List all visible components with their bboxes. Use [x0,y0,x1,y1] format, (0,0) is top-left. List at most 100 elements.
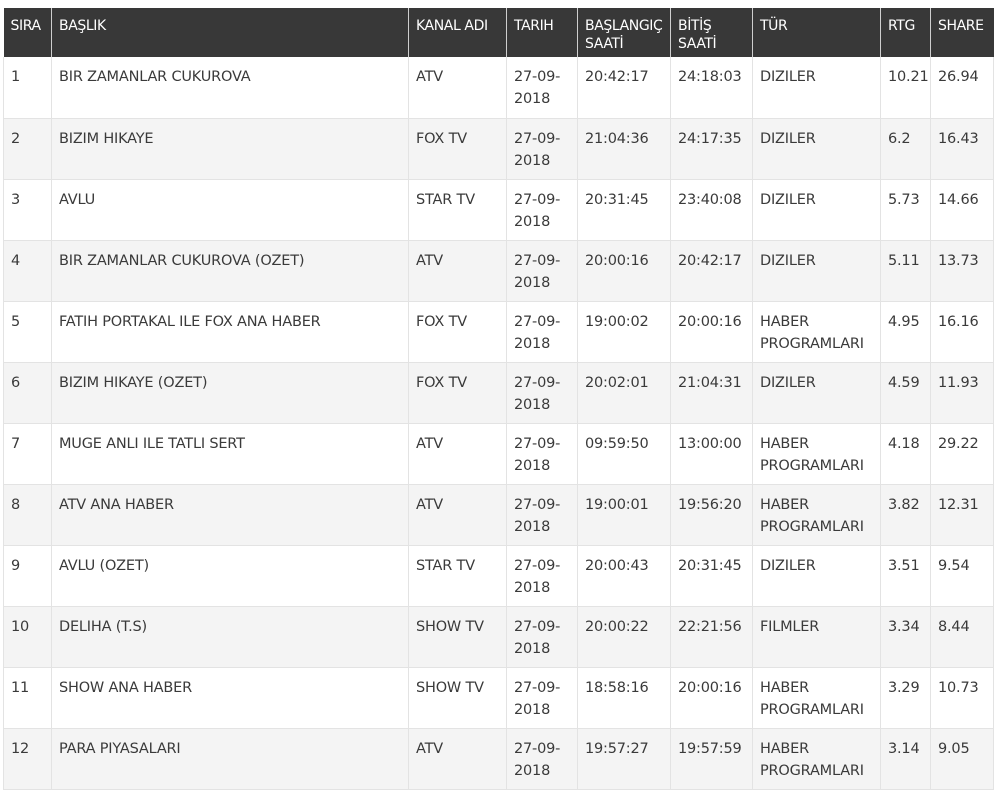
cell-baslik: AVLU [51,179,409,241]
column-header-kanal-adi[interactable]: KANAL ADI [408,8,507,57]
cell-share: 16.43 [930,118,994,180]
cell-sira: 10 [3,606,52,668]
cell-sira: 2 [3,118,52,180]
table-row[interactable]: 10 DELIHA (T.S) SHOW TV 27-09-2018 20:00:22 2… [3,606,994,668]
cell-baslik: PARA PIYASALARI [51,728,409,790]
cell-baslangic-saati: 20:02:01 [577,362,671,424]
cell-bitis-saati: 23:40:08 [670,179,753,241]
column-header-baslangic-saati[interactable]: BAŞLANGIÇ SAATİ [577,8,671,57]
cell-share: 13.73 [930,240,994,302]
column-header-tur[interactable]: TÜR [752,8,881,57]
cell-baslik: FATIH PORTAKAL ILE FOX ANA HABER [51,301,409,363]
cell-kanal-adi: SHOW TV [408,606,507,668]
cell-baslik: BIZIM HIKAYE [51,118,409,180]
cell-tur: DIZILER [752,179,881,241]
table-row[interactable]: 9 AVLU (OZET) STAR TV 27-09-2018 20:00:43 20:… [3,545,994,607]
cell-bitis-saati: 19:57:59 [670,728,753,790]
table-row[interactable]: 5 FATIH PORTAKAL ILE FOX ANA HABER FOX TV 2… [3,301,994,363]
cell-rtg: 6.2 [880,118,931,180]
cell-share: 8.44 [930,606,994,668]
cell-baslangic-saati: 20:00:43 [577,545,671,607]
cell-tur: HABER PROGRAMLARI [752,301,881,363]
table-row[interactable]: 8 ATV ANA HABER ATV 27-09-2018 19:00:01 19:56… [3,484,994,546]
cell-tarih: 27-09-2018 [506,301,578,363]
cell-tur: DIZILER [752,545,881,607]
cell-sira: 1 [3,57,52,119]
column-header-share[interactable]: SHARE [930,8,994,57]
cell-sira: 7 [3,423,52,485]
cell-sira: 9 [3,545,52,607]
cell-baslangic-saati: 20:42:17 [577,57,671,119]
cell-kanal-adi: FOX TV [408,362,507,424]
column-header-bitis-saati[interactable]: BİTİŞ SAATİ [670,8,753,57]
cell-bitis-saati: 20:00:16 [670,667,753,729]
cell-share: 10.73 [930,667,994,729]
cell-tarih: 27-09-2018 [506,545,578,607]
column-header-rtg[interactable]: RTG [880,8,931,57]
cell-kanal-adi: SHOW TV [408,667,507,729]
cell-baslik: BIR ZAMANLAR CUKUROVA (OZET) [51,240,409,302]
cell-sira: 4 [3,240,52,302]
cell-rtg: 4.59 [880,362,931,424]
table-row[interactable]: 3 AVLU STAR TV 27-09-2018 20:31:45 23:40:08 DI… [3,179,994,241]
table-row[interactable]: 11 SHOW ANA HABER SHOW TV 27-09-2018 18:58:1… [3,667,994,729]
cell-tarih: 27-09-2018 [506,240,578,302]
column-header-baslik[interactable]: BAŞLIK [51,8,409,57]
cell-tarih: 27-09-2018 [506,362,578,424]
cell-baslik: ATV ANA HABER [51,484,409,546]
table-row[interactable]: 4 BIR ZAMANLAR CUKUROVA (OZET) ATV 27-09-20… [3,240,994,302]
table-row[interactable]: 1 BIR ZAMANLAR CUKUROVA ATV 27-09-2018 20:42… [3,57,994,119]
cell-bitis-saati: 19:56:20 [670,484,753,546]
cell-bitis-saati: 13:00:00 [670,423,753,485]
cell-baslik: MUGE ANLI ILE TATLI SERT [51,423,409,485]
cell-share: 16.16 [930,301,994,363]
column-header-tarih[interactable]: TARIH [506,8,578,57]
cell-rtg: 5.73 [880,179,931,241]
cell-share: 29.22 [930,423,994,485]
cell-kanal-adi: ATV [408,57,507,119]
cell-bitis-saati: 21:04:31 [670,362,753,424]
cell-kanal-adi: ATV [408,484,507,546]
cell-tarih: 27-09-2018 [506,606,578,668]
cell-kanal-adi: STAR TV [408,179,507,241]
cell-sira: 3 [3,179,52,241]
ratings-table-container: SIRA BAŞLIK KANAL ADI TARIH BAŞLANGIÇ SA… [3,8,994,790]
cell-baslik: DELIHA (T.S) [51,606,409,668]
cell-share: 11.93 [930,362,994,424]
cell-kanal-adi: ATV [408,240,507,302]
cell-baslik: BIR ZAMANLAR CUKUROVA [51,57,409,119]
cell-baslik: AVLU (OZET) [51,545,409,607]
cell-bitis-saati: 20:42:17 [670,240,753,302]
cell-kanal-adi: FOX TV [408,118,507,180]
cell-share: 9.54 [930,545,994,607]
column-header-sira[interactable]: SIRA [3,8,52,57]
table-row[interactable]: 12 PARA PIYASALARI ATV 27-09-2018 19:57:27 19… [3,728,994,790]
cell-rtg: 5.11 [880,240,931,302]
cell-rtg: 10.21 [880,57,931,119]
cell-tarih: 27-09-2018 [506,728,578,790]
cell-baslangic-saati: 09:59:50 [577,423,671,485]
table-row[interactable]: 6 BIZIM HIKAYE (OZET) FOX TV 27-09-2018 20:0… [3,362,994,424]
cell-baslangic-saati: 20:31:45 [577,179,671,241]
cell-tur: DIZILER [752,240,881,302]
cell-rtg: 4.95 [880,301,931,363]
cell-baslangic-saati: 19:00:02 [577,301,671,363]
cell-share: 14.66 [930,179,994,241]
cell-rtg: 3.34 [880,606,931,668]
cell-rtg: 3.14 [880,728,931,790]
cell-bitis-saati: 22:21:56 [670,606,753,668]
cell-kanal-adi: STAR TV [408,545,507,607]
cell-baslangic-saati: 20:00:16 [577,240,671,302]
cell-baslangic-saati: 19:00:01 [577,484,671,546]
cell-rtg: 3.51 [880,545,931,607]
cell-tur: DIZILER [752,118,881,180]
cell-tur: HABER PROGRAMLARI [752,423,881,485]
cell-kanal-adi: ATV [408,423,507,485]
table-row[interactable]: 7 MUGE ANLI ILE TATLI SERT ATV 27-09-2018 09… [3,423,994,485]
cell-tur: HABER PROGRAMLARI [752,728,881,790]
table-row[interactable]: 2 BIZIM HIKAYE FOX TV 27-09-2018 21:04:36 24:… [3,118,994,180]
cell-sira: 5 [3,301,52,363]
table-body: 1 BIR ZAMANLAR CUKUROVA ATV 27-09-2018 20:42… [3,57,994,790]
cell-baslangic-saati: 18:58:16 [577,667,671,729]
cell-sira: 6 [3,362,52,424]
